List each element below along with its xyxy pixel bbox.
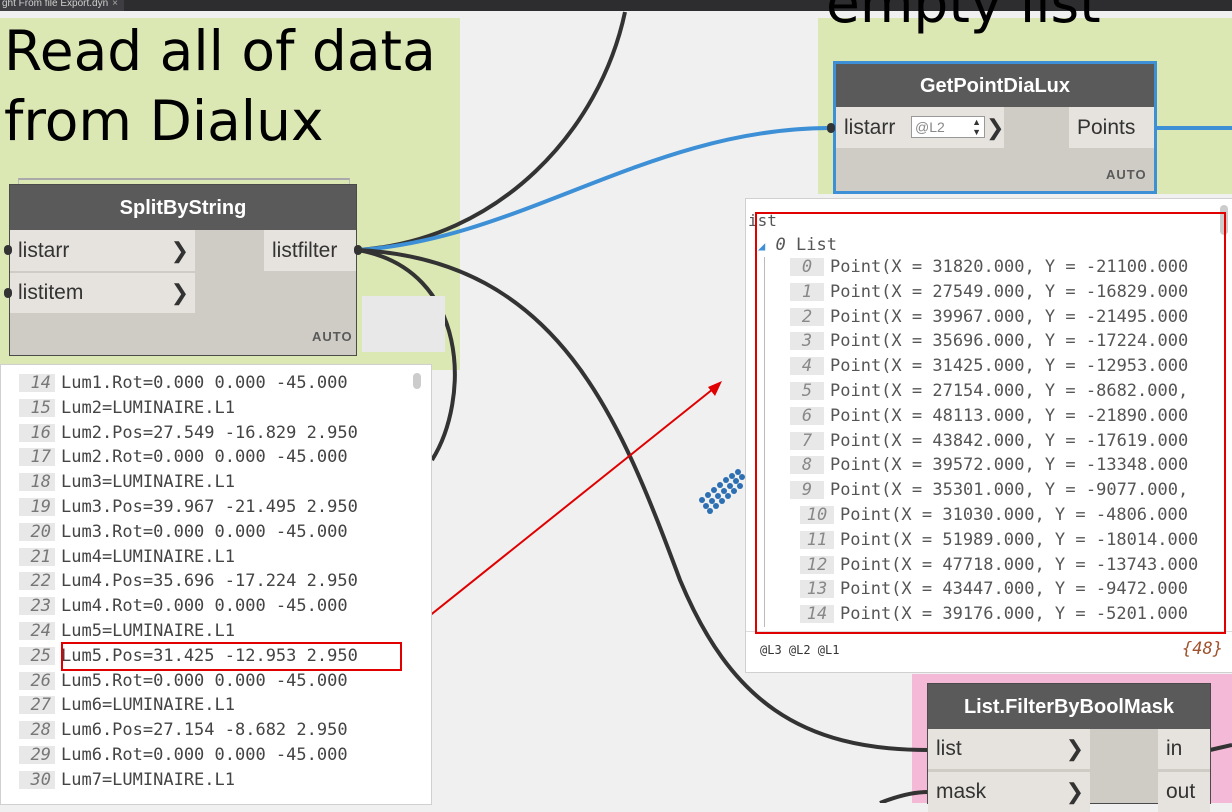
input-port-list[interactable]: list ❯ — [928, 729, 1090, 769]
line-text: Lum2=LUMINAIRE.L1 — [61, 397, 235, 418]
line-text: Lum6.Rot=0.000 0.000 -45.000 — [61, 745, 348, 765]
port-label: Points — [1077, 115, 1136, 139]
input-port-listitem[interactable]: listitem ❯ — [10, 273, 195, 313]
text-line: 20 Lum3.Rot=0.000 0.000 -45.000 — [19, 522, 348, 547]
line-text: Lum3.Pos=39.967 -21.495 2.950 — [61, 497, 358, 517]
port-label: listarr — [18, 238, 70, 262]
port-dot[interactable] — [354, 245, 362, 255]
node-title: GetPointDiaLux — [919, 75, 1070, 97]
empty-node-stub — [362, 296, 445, 352]
text-line: 18 Lum3=LUMINAIRE.L1 — [19, 472, 235, 497]
input-port-mask[interactable]: mask ❯ — [928, 772, 1090, 812]
line-text: Lum7=LUMINAIRE.L1 — [61, 769, 235, 790]
node-title: List.FilterByBoolMask — [963, 696, 1175, 718]
output-port-listfilter[interactable]: listfilter — [264, 230, 356, 271]
line-index: 21 — [19, 547, 55, 566]
line-index: 18 — [19, 473, 55, 492]
text-line: 23 Lum4.Rot=0.000 0.000 -45.000 — [19, 596, 348, 621]
line-index: 20 — [19, 522, 55, 541]
output-port-out[interactable]: out — [1158, 772, 1210, 812]
lacing-label: AUTO — [1106, 167, 1147, 182]
spinner-arrows-icon[interactable]: ▲ ▼ — [972, 117, 981, 137]
line-index: 14 — [19, 374, 55, 392]
port-label: listfilter — [272, 238, 338, 262]
line-index: 25 — [19, 646, 55, 665]
line-text: Lum5=LUMINAIRE.L1 — [61, 621, 235, 641]
text-line: 26 Lum5.Rot=0.000 0.000 -45.000 — [19, 671, 348, 696]
port-dot[interactable] — [4, 245, 12, 255]
line-index: 29 — [19, 746, 55, 764]
line-index: 24 — [19, 622, 55, 640]
port-label: in — [1166, 737, 1183, 760]
line-index: 19 — [19, 498, 55, 516]
annotation-arrow-head — [708, 381, 722, 396]
line-text: Lum2.Pos=27.549 -16.829 2.950 — [61, 422, 358, 443]
input-port-listarr[interactable]: listarr ❯ — [10, 230, 195, 271]
port-label: listarr — [844, 115, 896, 139]
lacing-label: AUTO — [312, 329, 353, 344]
chevron-right-icon: ❯ — [1065, 736, 1084, 761]
line-text: Lum4.Pos=35.696 -17.224 2.950 — [61, 571, 358, 592]
line-index: 23 — [19, 597, 55, 616]
line-index: 28 — [19, 721, 55, 740]
output-port-in[interactable]: in — [1158, 729, 1210, 769]
line-index: 16 — [19, 423, 55, 442]
line-index: 17 — [19, 448, 55, 467]
text-line: 29 Lum6.Rot=0.000 0.000 -45.000 — [19, 745, 348, 770]
line-text: Lum6=LUMINAIRE.L1 — [61, 695, 235, 716]
line-index: 26 — [19, 671, 55, 690]
text-line: 30 Lum7=LUMINAIRE.L1 — [19, 770, 235, 795]
highlight-box-points — [755, 212, 1226, 634]
node-title: SplitByString — [119, 197, 247, 219]
chevron-right-icon: ❯ — [170, 237, 189, 263]
chevron-right-icon: ❯ — [170, 280, 189, 305]
line-text: Lum3.Rot=0.000 0.000 -45.000 — [61, 521, 348, 542]
port-label: out — [1166, 780, 1196, 803]
item-count: {48} — [1182, 639, 1223, 659]
list-levels: @L3 @L2 @L1 — [760, 643, 840, 657]
text-line: 17 Lum2.Rot=0.000 0.000 -45.000 — [19, 447, 348, 472]
output-port-points[interactable]: Points — [1069, 107, 1154, 148]
text-line: 28 Lum6.Pos=27.154 -8.682 2.950 — [19, 720, 348, 745]
level-spinner[interactable]: @L2 ▲ ▼ — [911, 116, 985, 138]
line-index: 22 — [19, 572, 55, 591]
chevron-right-icon: ❯ — [986, 115, 1005, 140]
scrollbar-thumb[interactable] — [413, 373, 421, 389]
wire-filter-out — [1209, 743, 1232, 752]
text-preview-panel[interactable]: 14 Lum1.Rot=0.000 0.000 -45.000 15 Lum2=LUM… — [0, 364, 432, 805]
line-index: 27 — [19, 696, 55, 715]
port-dot[interactable] — [827, 123, 835, 133]
text-line: 22 Lum4.Pos=35.696 -17.224 2.950 — [19, 571, 358, 596]
level-value: @L2 — [915, 119, 945, 135]
text-line: 19 Lum3.Pos=39.967 -21.495 2.950 — [19, 497, 358, 522]
highlight-box-text — [61, 642, 402, 671]
point-cloud-preview — [699, 469, 745, 514]
text-line: 27 Lum6=LUMINAIRE.L1 — [19, 695, 235, 720]
getpoint-node-frame[interactable]: GetPointDiaLux listarr @L2 ▲ ▼ ❯ Points A… — [833, 61, 1157, 194]
text-line: 21 Lum4=LUMINAIRE.L1 — [19, 547, 235, 572]
splitbystring-node[interactable]: SplitByString listarr ❯ listitem ❯ listf… — [10, 185, 356, 355]
line-text: Lum2.Rot=0.000 0.000 -45.000 — [61, 447, 348, 468]
chevron-right-icon: ❯ — [1065, 779, 1084, 804]
line-text: Lum1.Rot=0.000 0.000 -45.000 — [61, 373, 348, 393]
filterbyboolmask-node[interactable]: List.FilterByBoolMask list ❯ mask ❯ in o… — [928, 684, 1210, 812]
line-text: Lum3=LUMINAIRE.L1 — [61, 472, 235, 493]
port-dot[interactable] — [4, 288, 12, 298]
line-index: 15 — [19, 398, 55, 417]
port-label: list — [936, 737, 962, 760]
text-line: 16 Lum2.Pos=27.549 -16.829 2.950 — [19, 423, 358, 448]
line-index: 30 — [19, 770, 55, 789]
wire-top — [357, 11, 627, 252]
wire-mask — [879, 790, 929, 803]
text-line: 15 Lum2=LUMINAIRE.L1 — [19, 398, 235, 423]
line-text: Lum4=LUMINAIRE.L1 — [61, 546, 235, 567]
port-label: mask — [936, 780, 987, 803]
line-text: Lum5.Rot=0.000 0.000 -45.000 — [61, 670, 348, 691]
port-label: listitem — [18, 281, 84, 304]
line-text: Lum6.Pos=27.154 -8.682 2.950 — [61, 720, 348, 741]
line-text: Lum4.Rot=0.000 0.000 -45.000 — [61, 596, 348, 617]
text-line: 14 Lum1.Rot=0.000 0.000 -45.000 — [19, 373, 348, 398]
